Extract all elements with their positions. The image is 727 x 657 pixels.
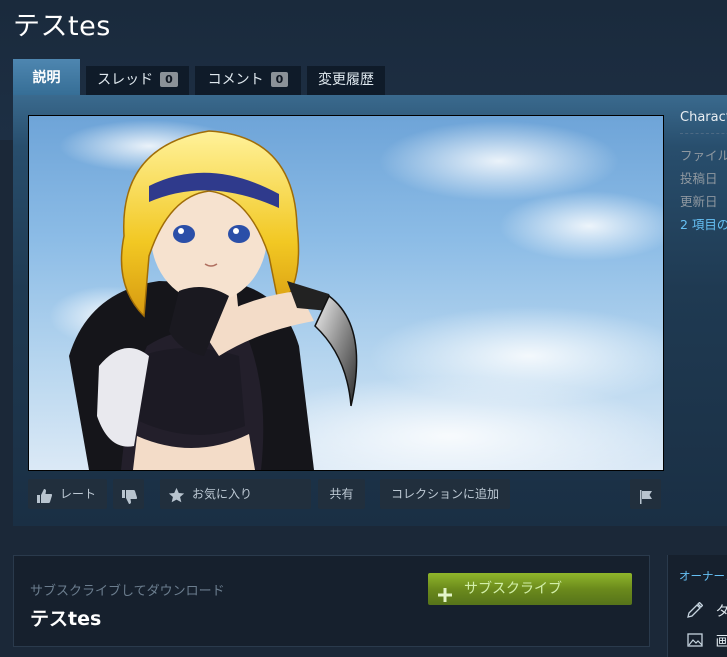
count-badge: 0 [160, 72, 178, 87]
page-title: テスtes [13, 11, 111, 42]
star-icon [168, 485, 185, 515]
owner-controls-title: オーナーコ [679, 569, 727, 583]
tab-label: 変更履歴 [318, 72, 374, 88]
collection-label: コレクションに追加 [390, 487, 499, 501]
share-button[interactable]: 共有 [318, 479, 365, 509]
image-icon [687, 633, 707, 652]
flag-icon [638, 486, 654, 516]
divider [680, 125, 727, 134]
subscribe-panel: サブスクライブしてダウンロード テスtes サブスクライブ [13, 555, 650, 647]
favorite-button[interactable]: お気に入り [160, 479, 311, 509]
rate-down-button[interactable] [113, 479, 144, 509]
owner-item-label: 画 [715, 634, 727, 650]
posted-label: 投稿日 [680, 171, 718, 186]
rate-up-button[interactable]: レート [28, 479, 107, 509]
category-label: Charact [680, 110, 727, 125]
tab-description[interactable]: 説明 [13, 59, 80, 95]
owner-item-label: タ [715, 604, 727, 620]
item-title: テスtes [30, 608, 102, 630]
owner-item-edit-title[interactable]: タ [687, 600, 727, 621]
tab-label: 説明 [32, 70, 61, 86]
tab-label: スレッド [97, 72, 154, 88]
subscribe-hint: サブスクライブしてダウンロード [30, 584, 225, 599]
owner-controls-panel: オーナーコ タ 画 [667, 555, 727, 657]
tab-label: コメント [207, 72, 264, 88]
plus-icon [438, 582, 452, 614]
preview-illustration [49, 120, 663, 470]
thumbs-up-icon [36, 485, 53, 515]
favorite-label: お気に入り [192, 487, 253, 501]
tab-threads[interactable]: スレッド 0 [86, 66, 189, 95]
report-button[interactable] [630, 479, 661, 509]
thumbs-down-icon [121, 486, 138, 516]
pencil-icon [687, 601, 707, 622]
action-bar: レート お気に入り 共有 コレクションに追加 [28, 479, 664, 509]
updated-label: 更新日 [680, 194, 718, 209]
item-main-panel: レート お気に入り 共有 コレクションに追加 [13, 95, 727, 526]
tab-comments[interactable]: コメント 0 [195, 66, 301, 95]
add-to-collection-button[interactable]: コレクションに追加 [380, 479, 510, 509]
count-badge: 0 [270, 72, 289, 87]
share-label: 共有 [329, 487, 354, 501]
subscribe-button[interactable]: サブスクライブ [428, 573, 632, 605]
rate-label: レート [60, 487, 97, 501]
details-sidebar: Charact ファイル 投稿日 更新日 2 項目の [680, 110, 727, 236]
items-link[interactable]: 2 項目の [680, 213, 727, 236]
file-size-label: ファイル [680, 148, 727, 163]
preview-image[interactable] [28, 115, 664, 471]
owner-item-edit-images[interactable]: 画 [687, 630, 727, 651]
subscribe-label: サブスクライブ [464, 581, 562, 597]
tab-change-notes[interactable]: 変更履歴 [307, 66, 385, 95]
